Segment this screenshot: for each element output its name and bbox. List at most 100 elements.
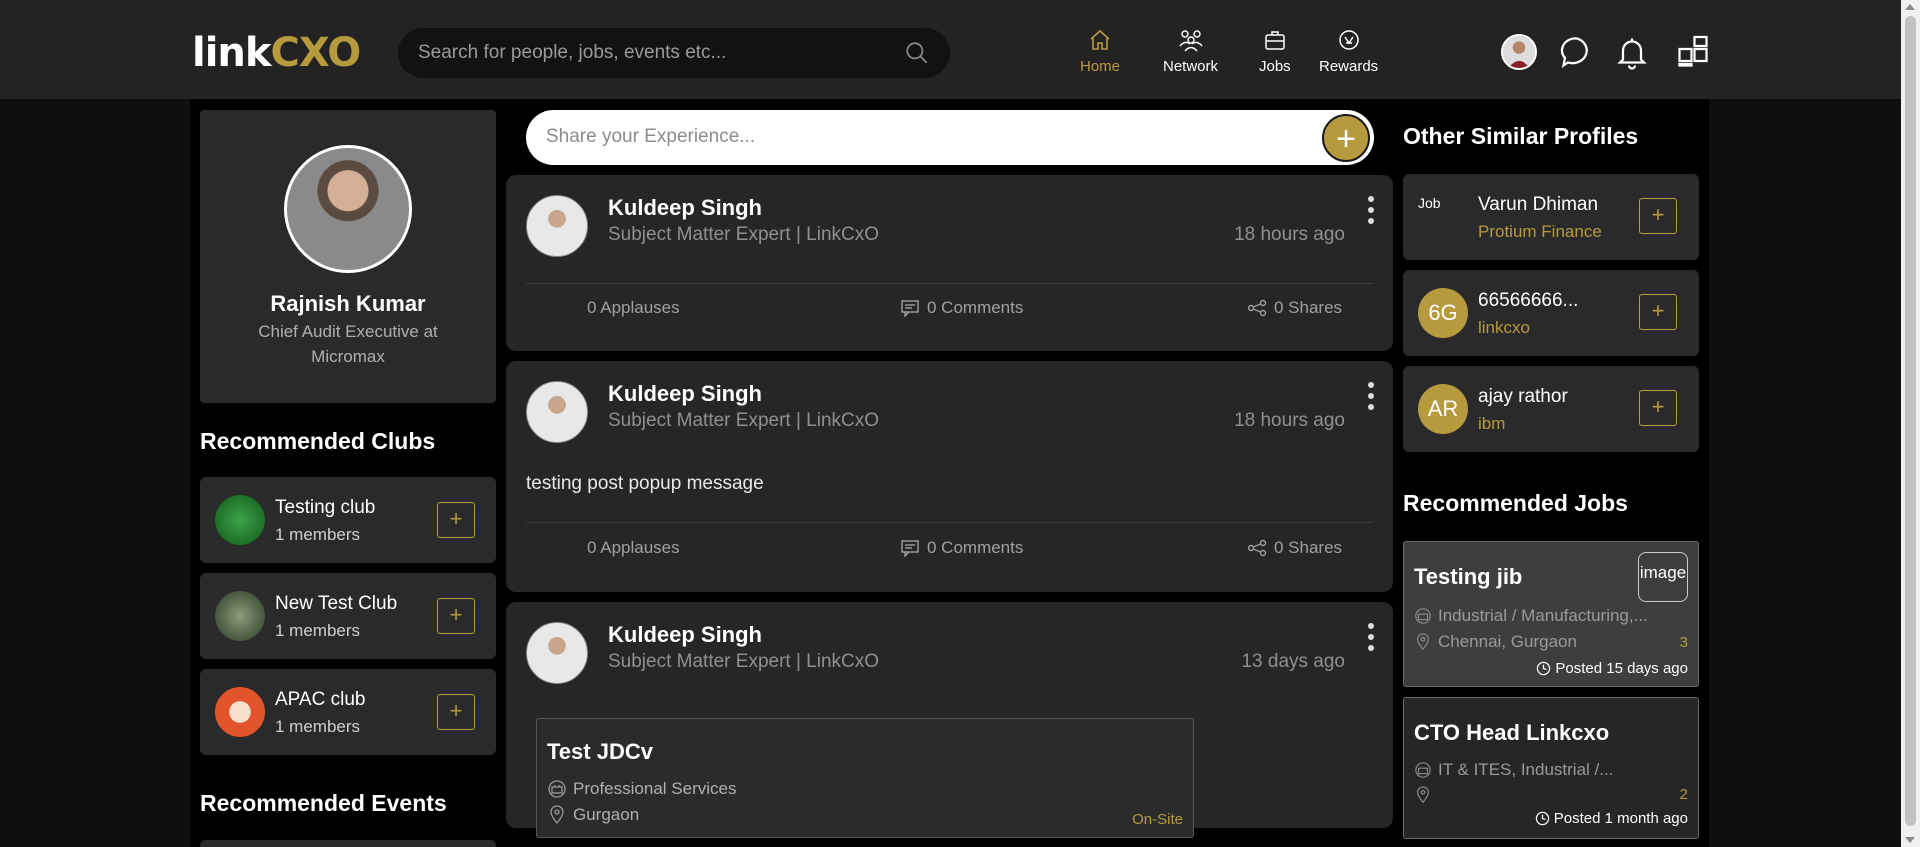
- nav-network[interactable]: Network: [1163, 28, 1218, 75]
- post-author[interactable]: Kuldeep Singh: [608, 622, 762, 648]
- job-location: Chennai, Gurgaon: [1438, 632, 1577, 651]
- user-avatar[interactable]: [1501, 34, 1537, 70]
- shared-job-location: Gurgaon: [573, 805, 640, 824]
- club-card[interactable]: Testing club 1 members +: [200, 477, 496, 563]
- shared-job-industry: Professional Services: [573, 779, 737, 798]
- user-avatar-image: [1503, 36, 1535, 68]
- comment-icon: [901, 540, 919, 557]
- post-divider: [526, 522, 1373, 523]
- network-icon: [1178, 30, 1203, 52]
- join-club-button[interactable]: +: [437, 694, 475, 730]
- profile-name[interactable]: ajay rathor: [1478, 386, 1568, 408]
- create-post-button[interactable]: +: [1322, 114, 1370, 162]
- club-members: 1 members: [275, 717, 361, 736]
- club-card[interactable]: APAC club 1 members +: [200, 669, 496, 755]
- post-author[interactable]: Kuldeep Singh: [608, 195, 762, 221]
- similar-profile-card[interactable]: AR ajay rathor ibm +: [1403, 366, 1699, 452]
- feed-post: Kuldeep Singh Subject Matter Expert | Li…: [506, 602, 1393, 838]
- recommended-job-card[interactable]: CTO Head Linkcxo IT & ITES, Industrial /…: [1403, 697, 1699, 839]
- share-button[interactable]: 0 Shares: [1247, 298, 1342, 318]
- post-body: testing post popup message: [526, 473, 764, 494]
- feed-post: Kuldeep Singh Subject Matter Expert | Li…: [506, 361, 1393, 592]
- share-experience-input[interactable]: Share your Experience...: [546, 126, 755, 148]
- comments-button[interactable]: 0 Comments: [900, 538, 1023, 558]
- applause-button[interactable]: 0 Applauses: [587, 538, 680, 558]
- profile-avatar[interactable]: Job: [1418, 192, 1468, 242]
- share-button[interactable]: 0 Shares: [1247, 538, 1342, 558]
- apps-grid-icon[interactable]: [1675, 34, 1711, 70]
- search-input[interactable]: Search for people, jobs, events etc...: [418, 42, 904, 64]
- job-posted-text: Posted 15 days ago: [1555, 660, 1688, 677]
- nav-rewards[interactable]: Rewards: [1319, 28, 1378, 75]
- applause-button[interactable]: 0 Applauses: [587, 298, 680, 318]
- rewards-icon: [1338, 30, 1359, 50]
- similar-profile-card[interactable]: 6G 66566666... linkcxo +: [1403, 270, 1699, 356]
- post-time: 13 days ago: [1241, 651, 1345, 672]
- profile-avatar[interactable]: AR: [1418, 384, 1468, 434]
- profile-avatar[interactable]: 6G: [1418, 288, 1468, 338]
- profile-name[interactable]: Rajnish Kumar: [200, 291, 496, 317]
- nav-jobs[interactable]: Jobs: [1259, 28, 1291, 75]
- recommended-events-heading: Recommended Events: [200, 790, 447, 816]
- more-options-icon[interactable]: [1367, 195, 1375, 225]
- profile-name[interactable]: Varun Dhiman: [1478, 194, 1598, 216]
- author-avatar[interactable]: [526, 381, 588, 443]
- club-avatar: [215, 687, 265, 737]
- share-experience-bar[interactable]: Share your Experience... +: [526, 110, 1374, 165]
- recommended-job-card[interactable]: Testing jib image Industrial / Manufactu…: [1403, 541, 1699, 687]
- job-industry: Industrial / Manufacturing,...: [1438, 606, 1648, 625]
- author-avatar[interactable]: [526, 195, 588, 257]
- club-name: New Test Club: [275, 593, 398, 614]
- bell-icon[interactable]: [1614, 34, 1650, 70]
- recommended-clubs-heading: Recommended Clubs: [200, 428, 436, 454]
- job-title: Testing jib: [1414, 564, 1523, 589]
- profile-photo[interactable]: [284, 145, 412, 273]
- join-club-button[interactable]: +: [437, 598, 475, 634]
- club-members: 1 members: [275, 525, 361, 544]
- post-time: 18 hours ago: [1234, 224, 1345, 245]
- shared-job-type: On-Site: [1132, 811, 1183, 828]
- logo-text: link: [192, 30, 271, 76]
- profile-name[interactable]: 66566666...: [1478, 290, 1578, 312]
- comments-button[interactable]: 0 Comments: [900, 298, 1023, 318]
- nav-home[interactable]: Home: [1080, 28, 1120, 75]
- search-bar[interactable]: Search for people, jobs, events etc...: [398, 28, 950, 78]
- scroll-down-arrow-icon[interactable]: [1905, 837, 1915, 843]
- shared-job-location-row: Gurgaon: [547, 805, 639, 825]
- more-options-icon[interactable]: [1367, 381, 1375, 411]
- shared-job-card[interactable]: Test JDCv Professional Services Gurgaon …: [536, 718, 1194, 838]
- industry-icon: [1415, 762, 1431, 778]
- scrollbar-thumb[interactable]: [1905, 16, 1916, 826]
- job-industry-row: Industrial / Manufacturing,...: [1414, 606, 1648, 626]
- profile-title: Chief Audit Executive at Micromax: [258, 322, 438, 366]
- top-navbar: linkCXO Search for people, jobs, events …: [0, 0, 1920, 99]
- club-card[interactable]: New Test Club 1 members +: [200, 573, 496, 659]
- nav-network-label: Network: [1163, 58, 1219, 75]
- briefcase-icon: [1265, 31, 1285, 50]
- job-location-row: Chennai, Gurgaon: [1414, 632, 1577, 652]
- location-pin-icon: [550, 805, 564, 825]
- chat-icon[interactable]: [1559, 34, 1595, 70]
- club-avatar: [215, 495, 265, 545]
- scroll-up-arrow-icon[interactable]: [1905, 4, 1915, 10]
- connect-button[interactable]: +: [1639, 198, 1677, 234]
- similar-profiles-heading: Other Similar Profiles: [1403, 123, 1639, 149]
- join-club-button[interactable]: +: [437, 502, 475, 538]
- industry-icon: [548, 780, 566, 798]
- job-posted-text: Posted 1 month ago: [1553, 810, 1688, 827]
- author-avatar[interactable]: [526, 622, 588, 684]
- location-pin-icon: [1417, 633, 1429, 651]
- connect-button[interactable]: +: [1639, 294, 1677, 330]
- comments-count: 0 Comments: [927, 538, 1024, 557]
- post-author[interactable]: Kuldeep Singh: [608, 381, 762, 407]
- similar-profile-card[interactable]: Job Varun Dhiman Protium Finance +: [1403, 174, 1699, 260]
- shares-count: 0 Shares: [1274, 538, 1343, 557]
- connect-button[interactable]: +: [1639, 390, 1677, 426]
- profile-card[interactable]: Rajnish Kumar Chief Audit Executive at M…: [200, 110, 496, 403]
- page-scrollbar[interactable]: [1901, 0, 1920, 847]
- more-options-icon[interactable]: [1367, 622, 1375, 652]
- job-title: CTO Head Linkcxo: [1414, 720, 1610, 745]
- search-icon[interactable]: [904, 40, 930, 66]
- linkcxo-logo[interactable]: linkCXO: [192, 30, 361, 76]
- event-card[interactable]: [200, 840, 496, 847]
